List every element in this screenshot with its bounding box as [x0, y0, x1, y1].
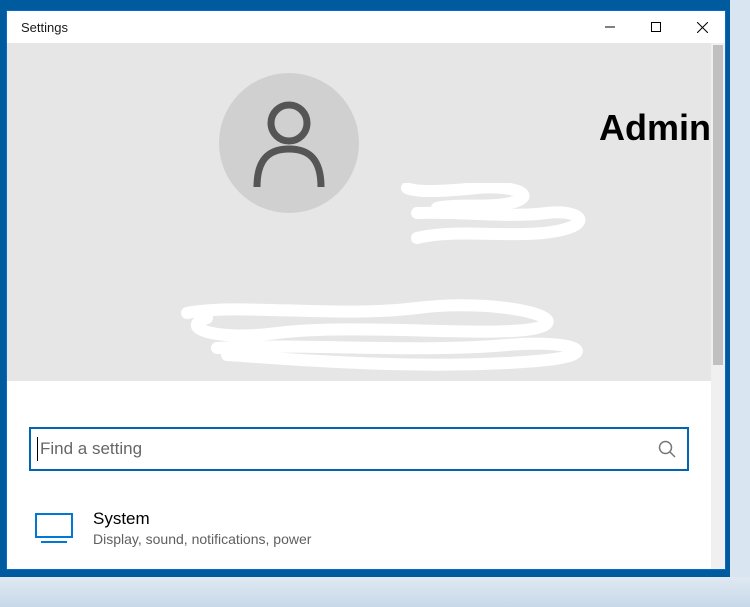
- system-icon: [35, 513, 73, 543]
- window-controls: [587, 11, 725, 43]
- category-title: System: [93, 509, 311, 529]
- text-caret: [37, 437, 38, 461]
- scrollbar-track[interactable]: [711, 43, 725, 569]
- search-box[interactable]: [29, 427, 689, 471]
- user-avatar: [219, 73, 359, 213]
- close-icon: [697, 22, 708, 33]
- search-icon: [657, 439, 677, 459]
- maximize-button[interactable]: [633, 11, 679, 43]
- person-icon: [249, 99, 329, 187]
- content-area: Admin System: [7, 43, 725, 569]
- titlebar: Settings: [7, 11, 725, 43]
- window-title: Settings: [21, 20, 587, 35]
- category-description: Display, sound, notifications, power: [93, 531, 311, 547]
- scrollbar-thumb[interactable]: [713, 45, 723, 365]
- account-username: Admin: [599, 107, 711, 149]
- category-system[interactable]: System Display, sound, notifications, po…: [29, 509, 689, 547]
- maximize-icon: [651, 22, 661, 32]
- settings-window: Settings Admin: [6, 10, 726, 570]
- account-hero: Admin: [7, 43, 711, 381]
- desktop-bottom-area: [0, 577, 750, 607]
- desktop-background-sliver: [730, 0, 750, 607]
- settings-body: System Display, sound, notifications, po…: [7, 381, 711, 547]
- minimize-button[interactable]: [587, 11, 633, 43]
- close-button[interactable]: [679, 11, 725, 43]
- minimize-icon: [605, 22, 615, 32]
- search-input[interactable]: [40, 439, 657, 459]
- category-text: System Display, sound, notifications, po…: [93, 509, 311, 547]
